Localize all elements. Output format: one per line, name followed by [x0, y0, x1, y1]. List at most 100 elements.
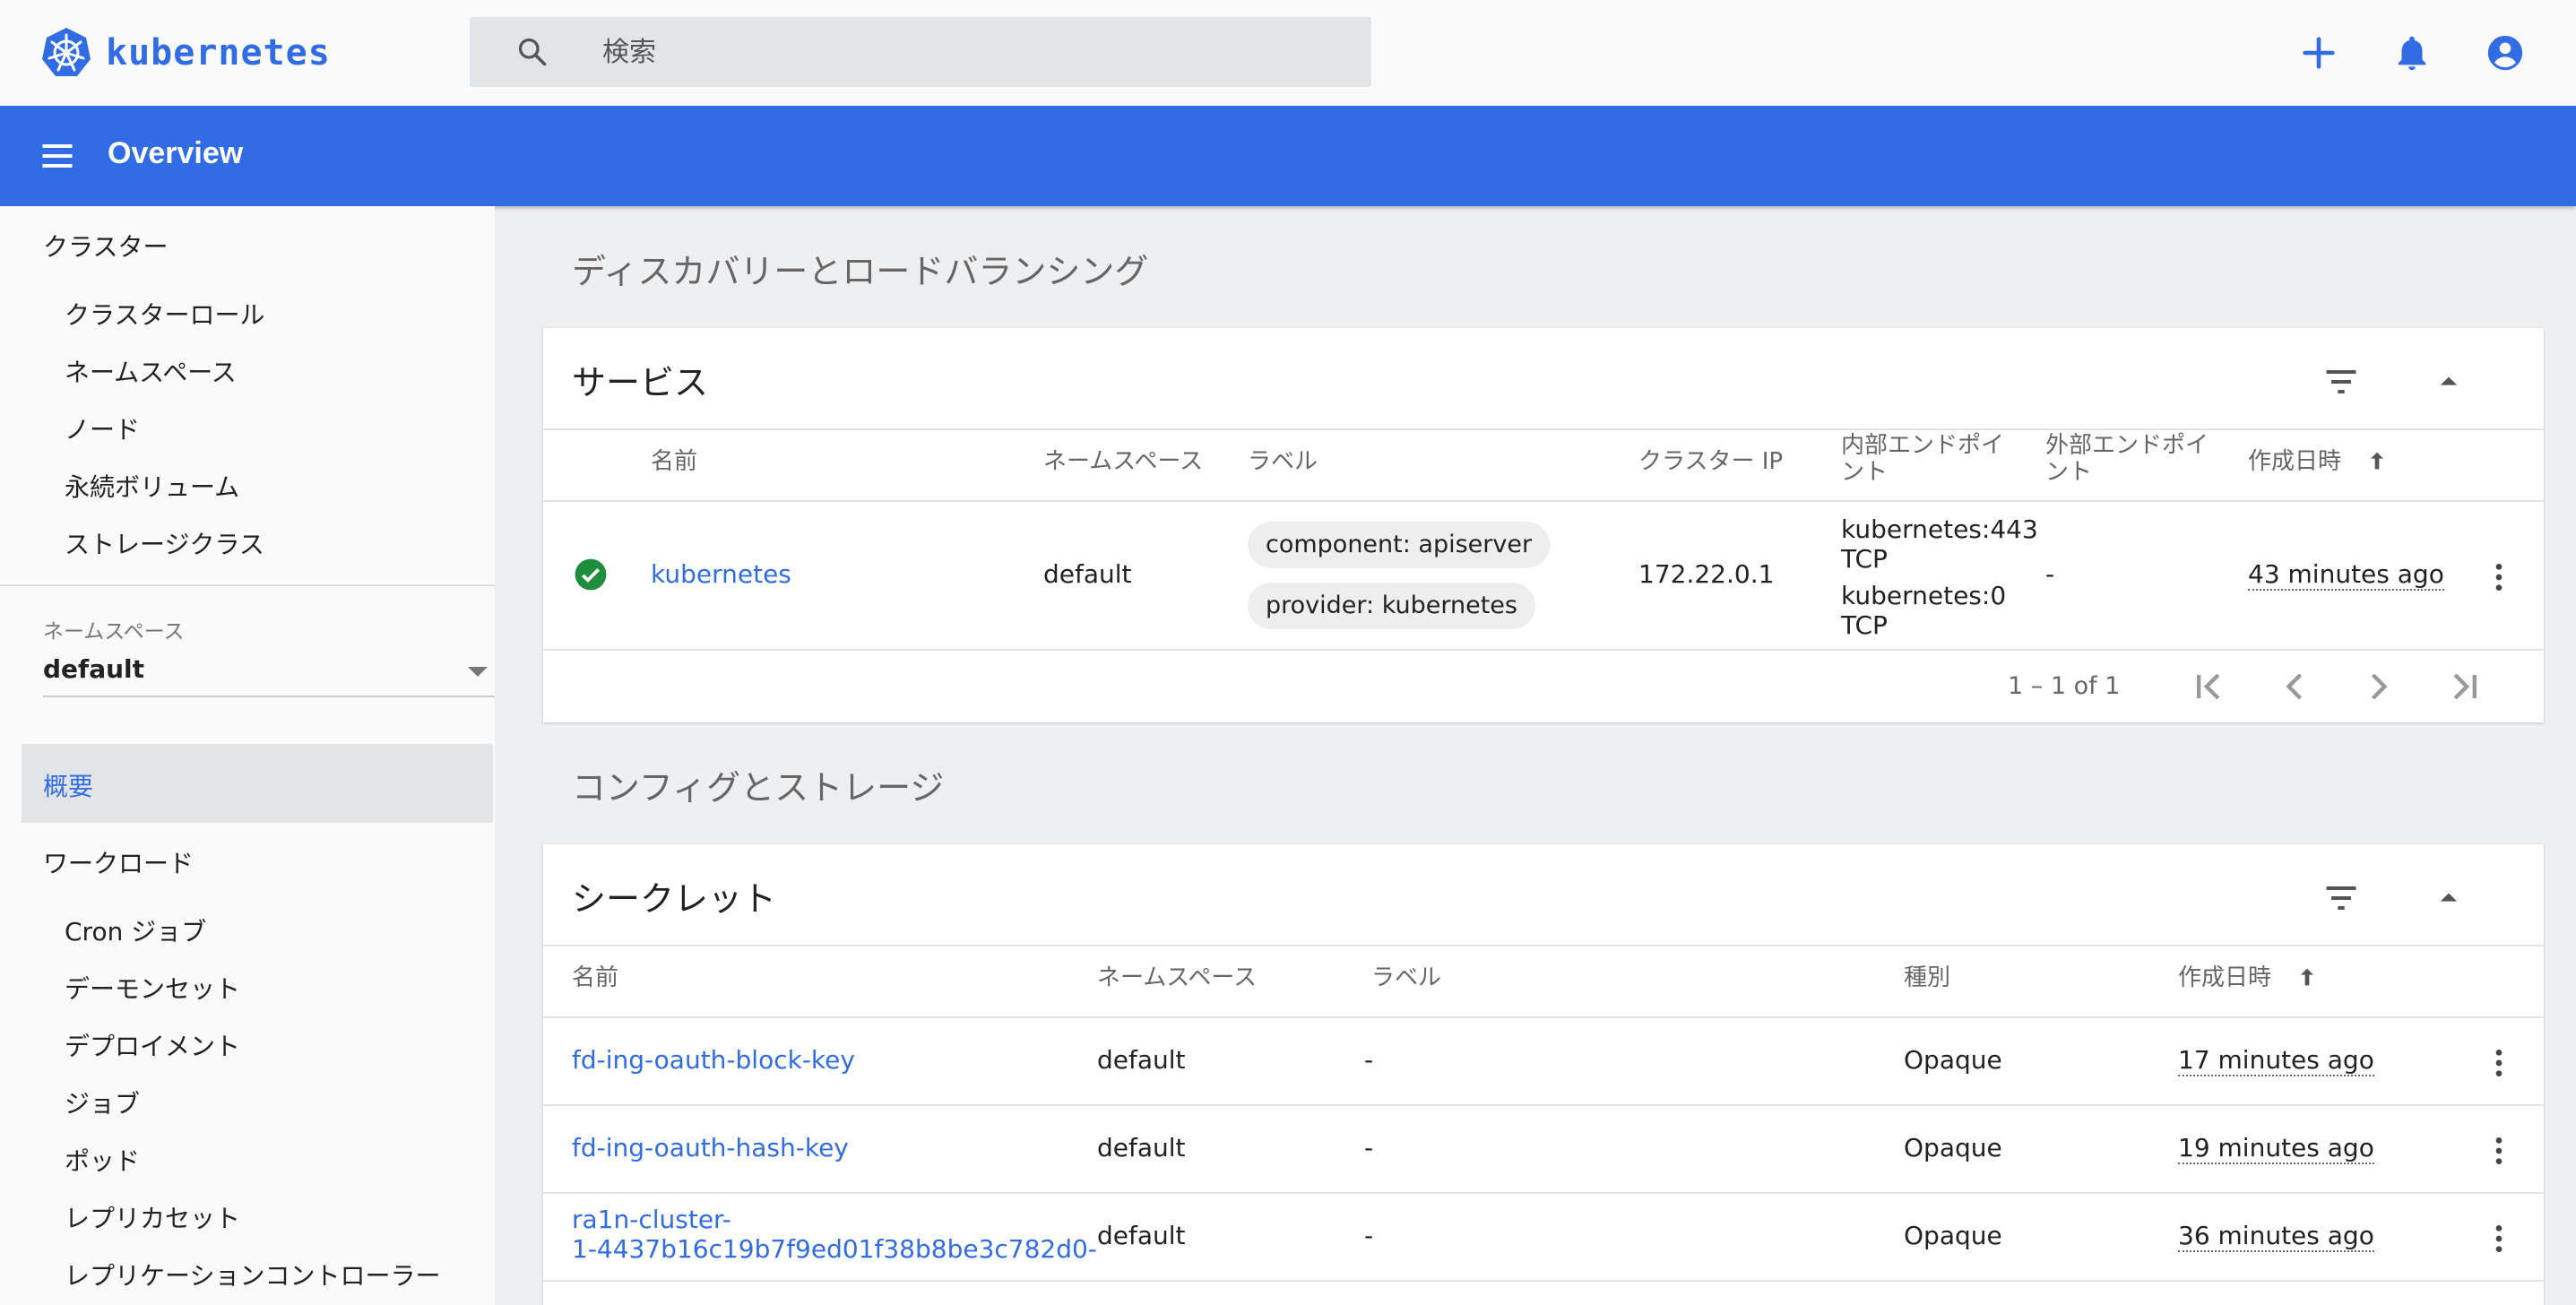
divider: [543, 1104, 2544, 1106]
column-header-namespace[interactable]: ネームスペース: [1043, 448, 1203, 475]
service-internal-endpoints: kubernetes:443 TCP kubernetes:0 TCP: [1841, 514, 2038, 640]
secret-name-line2: 1-4437b16c19b7f9ed01f38b8be3c782d0-0000: [572, 1234, 1097, 1264]
divider: [543, 1192, 2544, 1194]
row-actions-button[interactable]: [2481, 1217, 2517, 1260]
sidebar-item-storage-classes[interactable]: ストレージクラス: [65, 525, 264, 561]
sidebar-item-pods[interactable]: ポッド: [65, 1142, 140, 1178]
services-card: サービス 名前 ネームスペース ラベル クラスター IP 内部エンドポイ ント …: [543, 328, 2544, 722]
divider: [543, 428, 2544, 430]
sidebar-item-replica-sets[interactable]: レプリカセット: [65, 1199, 240, 1235]
divider: [543, 1016, 2544, 1018]
column-header-internal-endpoints: 内部エンドポイ ント: [1841, 432, 2004, 486]
sidebar-item-jobs[interactable]: ジョブ: [65, 1085, 140, 1120]
namespace-label: ネームスペース: [43, 620, 185, 644]
column-header-created-label: 作成日時: [2248, 448, 2342, 475]
service-cluster-ip: 172.22.0.1: [1638, 559, 1775, 589]
next-page-button[interactable]: [2356, 663, 2402, 710]
first-page-button[interactable]: [2185, 663, 2232, 710]
collapse-button[interactable]: [2427, 877, 2470, 920]
column-header-internal-endpoints-line1: 内部エンドポイ: [1841, 432, 2005, 459]
column-header-created[interactable]: 作成日時: [2178, 964, 2320, 991]
menu-button[interactable]: [38, 136, 77, 176]
more-vertical-icon: [2495, 1050, 2503, 1076]
create-button[interactable]: [2296, 30, 2341, 75]
row-actions-button[interactable]: [2481, 556, 2517, 599]
divider: [543, 649, 2544, 651]
secrets-card: シークレット 名前 ネームスペース ラベル 種別 作成日時 fd-ing-oau…: [543, 844, 2544, 1305]
divider: [543, 945, 2544, 946]
hamburger-menu-icon: [42, 143, 73, 169]
dropdown-caret-icon: [468, 667, 488, 677]
sidebar-item-nodes[interactable]: ノード: [65, 411, 140, 446]
secret-type: Opaque: [1904, 1221, 2002, 1250]
sidebar-heading-cluster[interactable]: クラスター: [43, 228, 168, 264]
card-title-services: サービス: [572, 363, 709, 402]
search-icon: [518, 38, 547, 66]
sidebar-item-namespaces[interactable]: ネームスペース: [65, 353, 237, 389]
kubernetes-wheel-icon: [42, 28, 91, 76]
row-actions-button[interactable]: [2481, 1129, 2517, 1172]
sort-arrow-up-icon: [2301, 968, 2314, 986]
column-header-namespace[interactable]: ネームスペース: [1097, 964, 1257, 991]
bell-icon: [2398, 36, 2426, 71]
sidebar-divider: [0, 584, 495, 586]
sidebar-item-deployments[interactable]: デプロイメント: [65, 1027, 240, 1063]
column-header-cluster-ip[interactable]: クラスター IP: [1638, 448, 1783, 475]
caret-up-icon: [2440, 893, 2458, 902]
top-bar: kubernetes: [0, 0, 2576, 106]
notifications-button[interactable]: [2390, 30, 2434, 75]
secret-created: 36 minutes ago: [2178, 1221, 2374, 1252]
secret-namespace: default: [1097, 1221, 1186, 1250]
secret-namespace: default: [1097, 1133, 1186, 1162]
column-header-labels: ラベル: [1248, 448, 1318, 475]
service-name-link[interactable]: kubernetes: [651, 559, 791, 590]
secret-namespace: default: [1097, 1045, 1186, 1075]
sidebar-item-replication-controllers[interactable]: レプリケーションコントローラー: [65, 1257, 440, 1292]
filter-button[interactable]: [2320, 877, 2363, 920]
secret-created: 19 minutes ago: [2178, 1133, 2374, 1164]
section-title-discovery: ディスカバリーとロードバランシング: [572, 252, 1149, 291]
search-bar: [470, 17, 1371, 87]
caret-up-icon: [2440, 376, 2458, 385]
card-title-secrets: シークレット: [572, 879, 777, 919]
service-created: 43 minutes ago: [2248, 559, 2444, 591]
namespace-select[interactable]: default: [43, 642, 495, 697]
more-vertical-icon: [2495, 1225, 2503, 1252]
service-created-text: 43 minutes ago: [2248, 559, 2444, 591]
sidebar-item-persistent-volumes[interactable]: 永続ボリューム: [65, 468, 239, 504]
sidebar-item-cluster-roles[interactable]: クラスターロール: [65, 296, 264, 332]
sidebar-heading-workloads[interactable]: ワークロード: [43, 844, 194, 880]
account-button[interactable]: [2483, 30, 2528, 75]
endpoint-protocol: TCP: [1841, 544, 1888, 574]
previous-page-button[interactable]: [2271, 663, 2318, 710]
last-page-button[interactable]: [2442, 663, 2488, 710]
column-header-type[interactable]: 種別: [1904, 964, 1950, 991]
divider: [543, 500, 2544, 502]
column-header-name[interactable]: 名前: [572, 964, 618, 991]
service-external-endpoints: -: [2045, 559, 2055, 589]
column-header-created[interactable]: 作成日時: [2248, 448, 2390, 475]
chevron-right-icon: [2371, 673, 2388, 700]
search-input[interactable]: [602, 17, 1337, 87]
column-header-internal-endpoints-line2: ント: [1841, 459, 1889, 486]
secret-name-link[interactable]: ra1n-cluster- 1-4437b16c19b7f9ed01f38b8b…: [572, 1205, 1097, 1264]
kubernetes-logo[interactable]: kubernetes: [39, 25, 331, 81]
secret-labels: -: [1364, 1045, 1374, 1075]
divider: [543, 1280, 2544, 1282]
row-actions-button[interactable]: [2481, 1041, 2517, 1085]
app-name: kubernetes: [106, 32, 331, 73]
secret-created-text: 19 minutes ago: [2178, 1133, 2374, 1164]
secret-labels: -: [1364, 1133, 1374, 1162]
secret-name-link[interactable]: fd-ing-oauth-block-key: [572, 1045, 855, 1076]
sidebar-item-cron-jobs[interactable]: Cron ジョブ: [65, 912, 206, 948]
secret-name-link[interactable]: fd-ing-oauth-hash-key: [572, 1133, 849, 1163]
filter-button[interactable]: [2320, 360, 2363, 403]
secret-created-text: 36 minutes ago: [2178, 1221, 2374, 1252]
more-vertical-icon: [2495, 564, 2503, 591]
sidebar-item-overview[interactable]: 概要: [22, 744, 493, 823]
column-header-name[interactable]: 名前: [651, 448, 697, 475]
collapse-button[interactable]: [2427, 360, 2470, 403]
account-circle-icon: [2487, 35, 2523, 71]
sidebar-item-daemon-sets[interactable]: デーモンセット: [65, 970, 240, 1006]
column-header-external-endpoints-line2: ント: [2045, 459, 2093, 486]
